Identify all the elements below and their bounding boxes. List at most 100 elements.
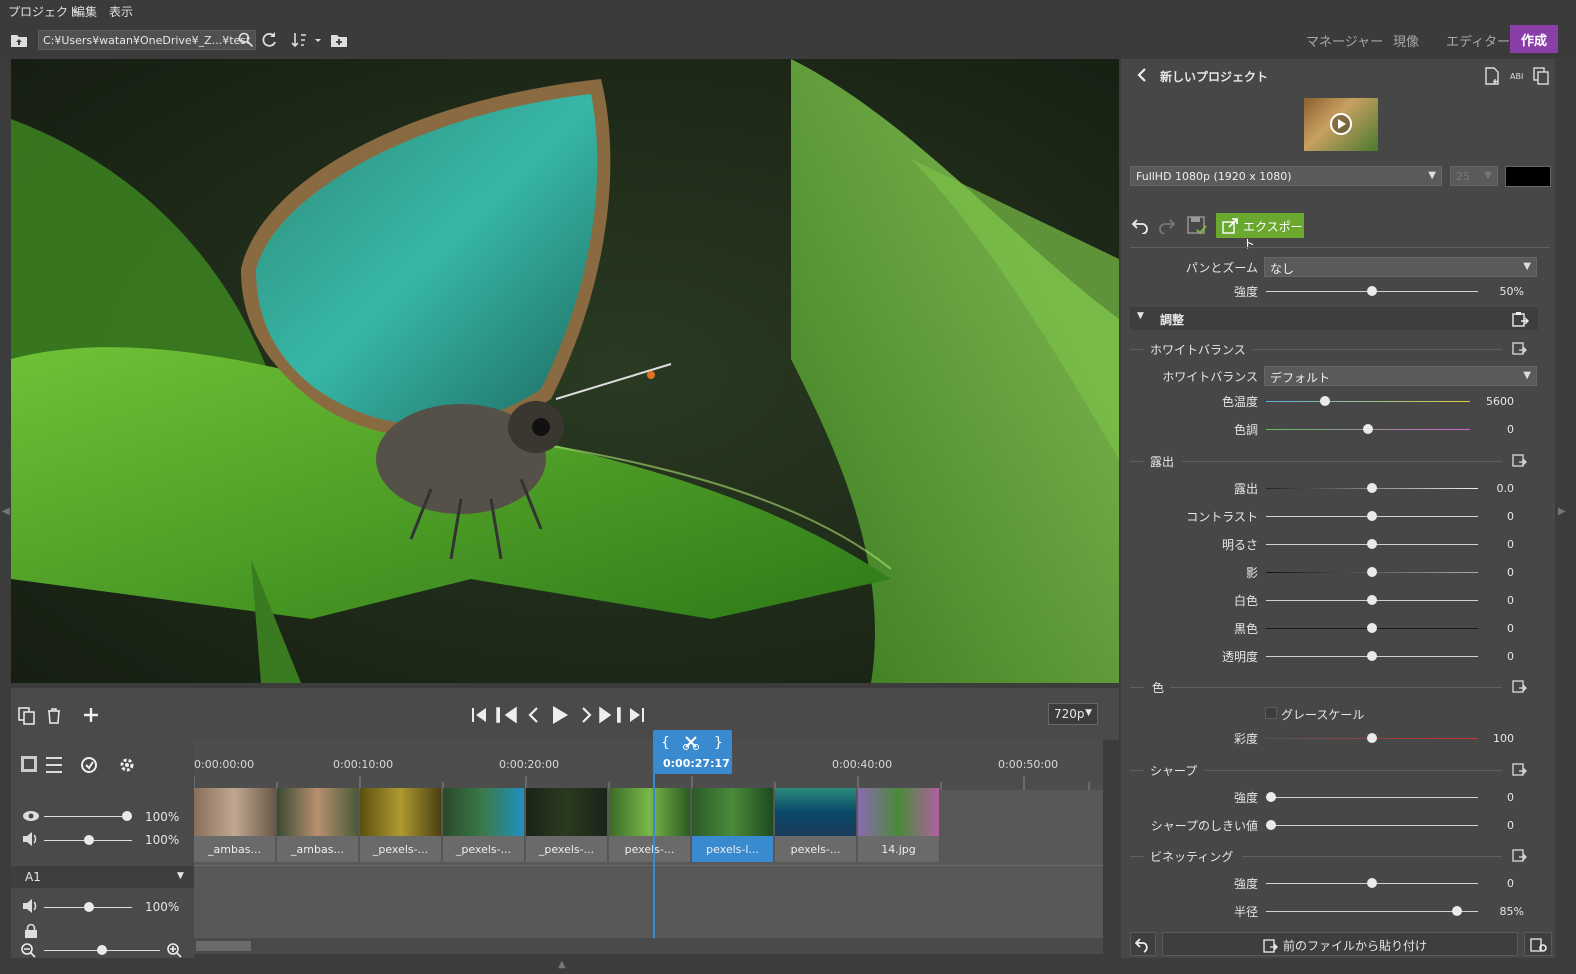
paste-settings-icon[interactable] [1511, 311, 1529, 327]
paste-settings-button[interactable] [1524, 932, 1552, 956]
tab-create[interactable]: 作成 [1510, 25, 1559, 53]
collapse-left-icon[interactable]: ◀ [2, 506, 10, 517]
trash-icon[interactable] [46, 707, 62, 725]
temperature-slider[interactable] [1266, 396, 1470, 406]
blacks-slider[interactable] [1266, 623, 1478, 633]
clarity-label: 透明度 [1221, 650, 1258, 664]
collapse-right-icon[interactable]: ▶ [1558, 506, 1566, 517]
redo-icon[interactable] [1156, 216, 1176, 234]
audio-volume-slider[interactable] [44, 902, 132, 912]
video-opacity-slider[interactable] [44, 811, 132, 821]
scrollbar-thumb[interactable] [196, 941, 251, 951]
undo-icon[interactable] [1131, 216, 1151, 234]
menu-project[interactable]: プロジェクト [8, 3, 80, 20]
shadows-slider[interactable] [1266, 567, 1478, 577]
speaker-icon[interactable] [22, 832, 40, 846]
paste-settings-icon[interactable] [1511, 679, 1527, 693]
brightness-value: 0 [1507, 538, 1514, 551]
search-icon[interactable] [238, 32, 254, 48]
refresh-icon[interactable] [260, 31, 278, 49]
project-thumbnail[interactable] [1304, 98, 1378, 151]
zoom-in-icon[interactable] [166, 942, 182, 958]
video-volume-slider[interactable] [44, 835, 132, 845]
clip-thumbnail [858, 788, 939, 836]
collapse-up-icon[interactable]: ▲ [558, 959, 566, 970]
background-color-swatch[interactable] [1505, 166, 1551, 187]
add-icon[interactable] [82, 706, 100, 724]
paste-settings-icon[interactable] [1511, 848, 1527, 862]
paste-settings-icon[interactable] [1511, 453, 1527, 467]
lock-icon[interactable] [24, 923, 38, 939]
paste-settings-icon[interactable] [1511, 762, 1527, 776]
clip[interactable]: pexels-... [609, 788, 691, 862]
audio-track-header[interactable]: A1 ▼ [11, 866, 194, 888]
vignette-strength-value: 0 [1507, 877, 1514, 890]
sharpen-threshold-slider[interactable] [1266, 820, 1478, 830]
back-chevron-icon[interactable] [1136, 67, 1148, 83]
whites-slider[interactable] [1266, 595, 1478, 605]
resolution-select[interactable]: FullHD 1080p (1920 x 1080) ▼ [1130, 166, 1442, 186]
paste-from-previous-button[interactable]: 前のファイルから貼り付け [1162, 932, 1518, 956]
clip[interactable]: _ambas... [194, 788, 276, 862]
reset-button[interactable] [1130, 932, 1156, 956]
save-icon[interactable] [1187, 216, 1207, 236]
clip-selected[interactable]: pexels-l... [692, 788, 774, 862]
duplicate-icon[interactable] [18, 707, 36, 725]
zoom-out-icon[interactable] [20, 942, 36, 958]
quality-select[interactable]: 720p ▼ [1048, 703, 1098, 725]
path-field[interactable]: C:¥Users¥watan¥OneDrive¥_Z...¥test [38, 30, 256, 50]
contrast-slider[interactable] [1266, 511, 1478, 521]
grayscale-label: グレースケール [1281, 708, 1365, 722]
clip[interactable]: _pexels-... [526, 788, 608, 862]
new-folder-icon[interactable] [330, 32, 348, 48]
grayscale-checkbox[interactable] [1265, 707, 1277, 719]
eye-icon[interactable] [22, 810, 40, 822]
playhead-time: 0:00:27:17 [663, 757, 730, 770]
playhead-line[interactable] [653, 760, 655, 938]
pan-strength-slider[interactable] [1266, 286, 1478, 296]
sharpen-strength-slider[interactable] [1266, 792, 1478, 802]
clip-thumbnail [277, 788, 358, 836]
tab-editor[interactable]: エディター [1446, 31, 1510, 50]
playhead-handle[interactable]: { } 0:00:27:17 [653, 730, 732, 774]
vignette-radius-slider[interactable] [1266, 906, 1478, 916]
saturation-slider[interactable] [1266, 733, 1478, 743]
clip[interactable]: 14.jpg [858, 788, 940, 862]
video-preview[interactable] [11, 59, 1119, 683]
menu-edit[interactable]: 編集 [73, 3, 97, 20]
wb-select[interactable]: デフォルト ▼ [1264, 366, 1537, 386]
menu-view[interactable]: 表示 [109, 3, 133, 20]
speaker-icon[interactable] [22, 899, 40, 913]
export-button[interactable]: エクスポート [1216, 213, 1304, 251]
timeline-scrollbar[interactable] [194, 938, 1103, 954]
paste-settings-icon[interactable] [1511, 341, 1527, 355]
tab-develop[interactable]: 現像 [1393, 31, 1419, 50]
chevron-down-icon: ▼ [1085, 708, 1092, 718]
clip[interactable]: pexels-... [775, 788, 857, 862]
prev-marker-icon [496, 706, 517, 724]
folder-up-icon[interactable] [10, 32, 28, 48]
clip-label: _pexels-... [455, 843, 512, 856]
shadows-value: 0 [1507, 566, 1514, 579]
quality-value: 720p [1054, 707, 1085, 721]
pan-zoom-select[interactable]: なし ▼ [1264, 257, 1537, 277]
clip[interactable]: _ambas... [277, 788, 359, 862]
fps-select[interactable]: 25 ▼ [1450, 166, 1498, 186]
clip[interactable]: _pexels-... [443, 788, 525, 862]
chevron-down-icon: ▼ [177, 871, 184, 881]
adjust-section-header[interactable]: ▼ 調整 [1130, 307, 1538, 330]
vignette-strength-slider[interactable] [1266, 878, 1478, 888]
tint-value: 0 [1507, 423, 1514, 436]
clip[interactable]: _pexels-... [360, 788, 442, 862]
clarity-slider[interactable] [1266, 651, 1478, 661]
cut-icon[interactable]: { } [661, 734, 723, 750]
exposure-slider[interactable] [1266, 483, 1478, 493]
zoom-slider[interactable] [44, 945, 160, 955]
tint-slider[interactable] [1266, 424, 1470, 434]
brightness-slider[interactable] [1266, 539, 1478, 549]
menu-bar: プロジェクト 編集 表示 [0, 0, 1576, 20]
tab-manager[interactable]: マネージャー [1306, 31, 1383, 50]
sort-icon[interactable] [291, 31, 323, 49]
chevron-down-icon: ▼ [1523, 370, 1531, 381]
exposure-label: 露出 [1233, 482, 1258, 496]
